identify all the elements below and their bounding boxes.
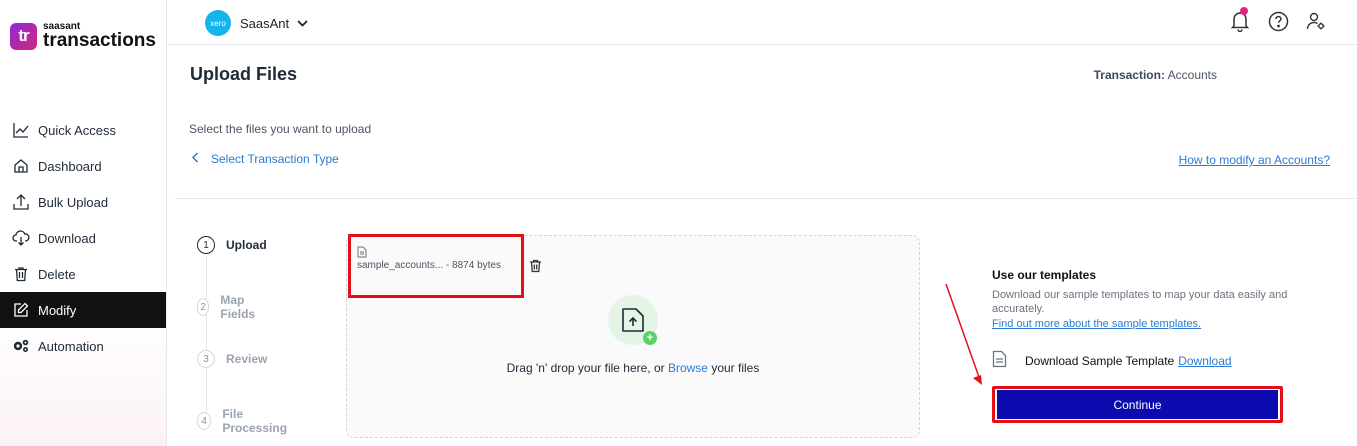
trash-icon <box>12 265 30 283</box>
sidebar-item-label: Quick Access <box>38 122 117 138</box>
step-label: Map Fields <box>220 293 256 321</box>
sidebar-item-automation[interactable]: Automation <box>0 328 166 364</box>
sidebar-item-label: Download <box>38 230 96 246</box>
step-label: Review <box>226 352 268 366</box>
sidebar-item-label: Automation <box>38 338 104 354</box>
org-switcher[interactable]: xero SaasAnt <box>205 10 308 36</box>
cloud-download-icon <box>12 229 30 247</box>
home-icon <box>12 157 30 175</box>
brand-logo[interactable]: tr saasant transactions <box>10 22 156 50</box>
sidebar-item-label: Dashboard <box>38 158 102 174</box>
trash-icon[interactable] <box>529 259 542 278</box>
notification-dot <box>1240 7 1248 15</box>
step-label: File Processing <box>222 407 288 435</box>
upload-icon <box>12 193 30 211</box>
howto-modify-link[interactable]: How to modify an Accounts? <box>1179 153 1330 167</box>
sidebar-item-dashboard[interactable]: Dashboard <box>0 148 166 184</box>
step-number: 4 <box>197 412 212 430</box>
gears-icon <box>12 337 30 355</box>
chart-line-icon <box>12 121 30 139</box>
step-number: 3 <box>197 350 215 368</box>
step-review: 3 Review <box>197 350 267 368</box>
org-name: SaasAnt <box>240 15 290 31</box>
step-upload: 1 Upload <box>197 236 267 254</box>
step-number: 2 <box>197 298 210 316</box>
step-map-fields: 2 Map Fields <box>197 293 261 321</box>
sidebar-item-label: Bulk Upload <box>38 194 109 210</box>
back-link-label: Select Transaction Type <box>211 152 339 166</box>
uploaded-file-name: sample_accounts... - 8874 bytes <box>357 260 501 271</box>
brand-big: transactions <box>43 30 156 51</box>
step-number: 1 <box>197 236 215 254</box>
xero-logo: xero <box>205 10 231 36</box>
drop-instructions: Drag 'n' drop your file here, or Browse … <box>506 361 760 375</box>
select-files-hint: Select the files you want to upload <box>189 122 372 136</box>
page-title: Upload Files <box>190 64 298 84</box>
sidebar-item-label: Delete <box>38 266 76 282</box>
download-sample-template: Download Sample Template Download <box>992 350 1232 371</box>
edit-icon <box>12 301 30 319</box>
sidebar-item-bulk-upload[interactable]: Bulk Upload <box>0 184 166 220</box>
templates-info-link[interactable]: Find out more about the sample templates… <box>992 318 1201 330</box>
top-bar: xero SaasAnt <box>167 0 1357 45</box>
transaction-type-label: Transaction: <box>1093 68 1165 82</box>
browse-link[interactable]: Browse <box>668 361 708 375</box>
sidebar-nav: Quick Access Dashboard Bulk Upload Downl… <box>0 112 166 364</box>
stepper-line <box>206 256 207 428</box>
select-transaction-type-link[interactable]: Select Transaction Type <box>191 152 339 166</box>
sidebar-item-download[interactable]: Download <box>0 220 166 256</box>
sidebar-item-label: Modify <box>38 302 77 318</box>
sidebar: tr saasant transactions Quick Access Das… <box>0 0 167 446</box>
templates-title: Use our templates <box>992 268 1097 282</box>
chevron-left-icon <box>191 152 199 166</box>
download-template-link[interactable]: Download <box>1178 354 1231 368</box>
add-badge: + <box>643 331 657 345</box>
top-icons <box>1229 7 1327 32</box>
sidebar-item-quick-access[interactable]: Quick Access <box>0 112 166 148</box>
chevron-down-icon <box>297 14 308 32</box>
notification-bell-icon[interactable] <box>1229 7 1251 32</box>
annotation-arrow <box>945 283 982 385</box>
user-settings-icon[interactable] <box>1305 10 1327 32</box>
sidebar-item-modify[interactable]: Modify <box>0 292 166 328</box>
continue-button[interactable]: Continue <box>997 390 1278 419</box>
step-file-processing: 4 File Processing <box>197 407 291 435</box>
step-label: Upload <box>226 238 267 252</box>
sidebar-item-delete[interactable]: Delete <box>0 256 166 292</box>
section-divider <box>175 198 1357 199</box>
document-icon <box>992 350 1007 371</box>
transaction-type: Transaction: Accounts <box>1094 68 1217 82</box>
brand-mark: tr <box>10 22 37 50</box>
transaction-type-value: Accounts <box>1167 68 1217 82</box>
app-root: tr saasant transactions Quick Access Das… <box>0 0 1357 446</box>
help-icon[interactable] <box>1267 10 1289 32</box>
download-template-label: Download Sample Template <box>1025 353 1175 368</box>
templates-description: Download our sample templates to map you… <box>992 289 1288 315</box>
